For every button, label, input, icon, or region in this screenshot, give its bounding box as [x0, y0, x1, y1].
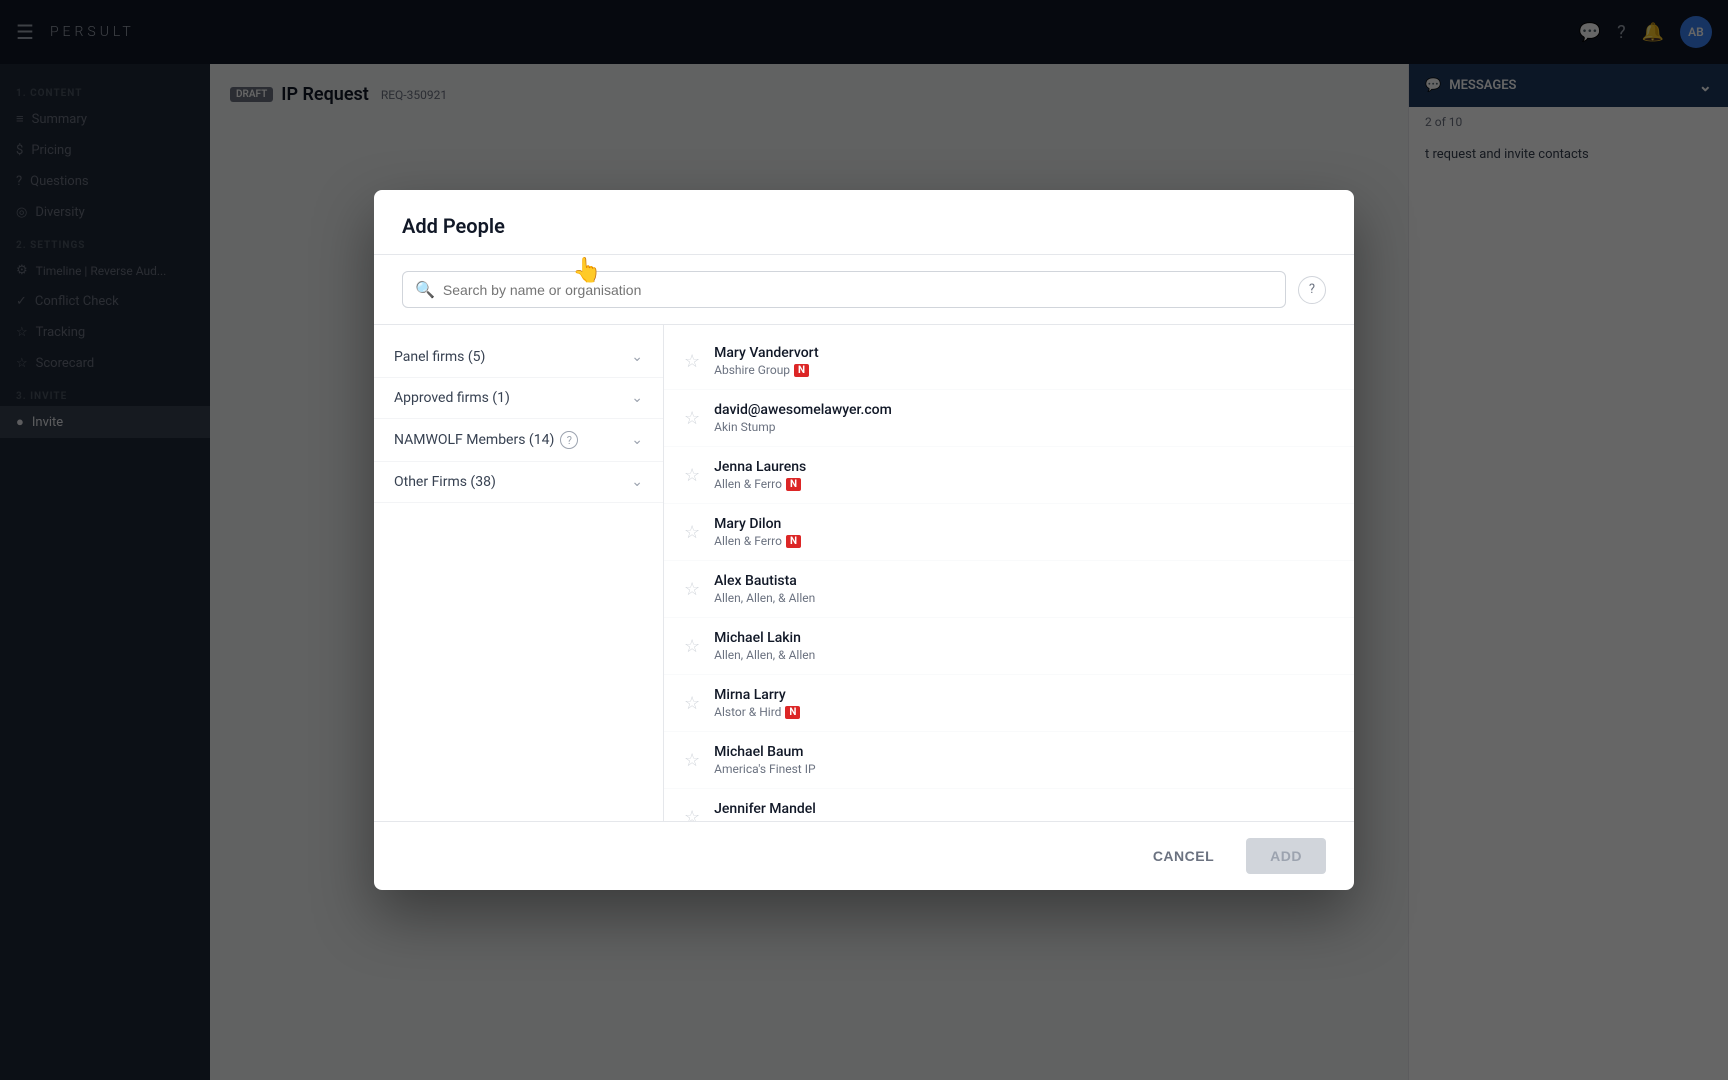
n-badge: N: [794, 364, 809, 377]
person-info-mary-dilon: Mary Dilon Allen & Ferro N: [714, 516, 1334, 548]
person-info-jenna-laurens: Jenna Laurens Allen & Ferro N: [714, 459, 1334, 491]
add-people-modal: Add People 🔍 ? Panel firms (5) ⌄: [374, 190, 1354, 890]
category-approved-firms[interactable]: Approved firms (1) ⌄: [374, 378, 663, 419]
person-item-jenna-laurens[interactable]: ☆ Jenna Laurens Allen & Ferro N: [664, 447, 1354, 504]
category-panel-firms[interactable]: Panel firms (5) ⌄: [374, 337, 663, 378]
modal-search-row: 🔍 ?: [374, 255, 1354, 325]
person-item-michael-lakin[interactable]: ☆ Michael Lakin Allen, Allen, & Allen: [664, 618, 1354, 675]
panel-firms-chevron: ⌄: [631, 349, 643, 365]
star-icon-mirna-larry[interactable]: ☆: [684, 693, 700, 714]
namwolf-chevron: ⌄: [631, 432, 643, 448]
person-name: david@awesomelawyer.com: [714, 402, 1334, 418]
person-info-mary-vandervort: Mary Vandervort Abshire Group N: [714, 345, 1334, 377]
person-name: Mary Vandervort: [714, 345, 1334, 361]
other-firms-label: Other Firms (38): [394, 474, 496, 490]
person-org: Allen & Ferro N: [714, 477, 1334, 491]
person-name: Jennifer Mandel: [714, 801, 1334, 817]
modal-title: Add People: [402, 214, 505, 238]
other-firms-chevron: ⌄: [631, 474, 643, 490]
category-other-firms[interactable]: Other Firms (38) ⌄: [374, 462, 663, 503]
namwolf-help-badge[interactable]: ?: [560, 431, 578, 449]
search-icon: 🔍: [415, 280, 435, 299]
star-icon-david[interactable]: ☆: [684, 408, 700, 429]
modal-footer: CANCEL ADD: [374, 821, 1354, 890]
modal-overlay: Add People 🔍 ? Panel firms (5) ⌄: [0, 0, 1728, 1080]
person-org: America's Finest IP: [714, 762, 1334, 776]
person-item-jennifer-mandel[interactable]: ☆ Jennifer Mandel Antarctic IP: [664, 789, 1354, 821]
star-icon-mary-vandervort[interactable]: ☆: [684, 351, 700, 372]
person-org: Allen & Ferro N: [714, 534, 1334, 548]
person-item-mary-dilon[interactable]: ☆ Mary Dilon Allen & Ferro N: [664, 504, 1354, 561]
modal-body: Panel firms (5) ⌄ Approved firms (1) ⌄ N…: [374, 325, 1354, 821]
star-icon-alex-bautista[interactable]: ☆: [684, 579, 700, 600]
person-org: Allen, Allen, & Allen: [714, 648, 1334, 662]
search-input[interactable]: [443, 282, 1273, 298]
modal-header: Add People: [374, 190, 1354, 255]
search-container[interactable]: 🔍: [402, 271, 1286, 308]
star-icon-michael-lakin[interactable]: ☆: [684, 636, 700, 657]
categories-panel: Panel firms (5) ⌄ Approved firms (1) ⌄ N…: [374, 325, 664, 821]
person-item-mary-vandervort[interactable]: ☆ Mary Vandervort Abshire Group N: [664, 333, 1354, 390]
star-icon-mary-dilon[interactable]: ☆: [684, 522, 700, 543]
person-org: Allen, Allen, & Allen: [714, 591, 1334, 605]
person-item-david[interactable]: ☆ david@awesomelawyer.com Akin Stump: [664, 390, 1354, 447]
person-info-mirna-larry: Mirna Larry Alstor & Hird N: [714, 687, 1334, 719]
person-name: Mirna Larry: [714, 687, 1334, 703]
person-info-david: david@awesomelawyer.com Akin Stump: [714, 402, 1334, 434]
person-org: Akin Stump: [714, 420, 1334, 434]
approved-firms-chevron: ⌄: [631, 390, 643, 406]
modal-help-icon[interactable]: ?: [1298, 276, 1326, 304]
person-name: Michael Baum: [714, 744, 1334, 760]
people-panel: ☆ Mary Vandervort Abshire Group N ☆ davi…: [664, 325, 1354, 821]
person-info-michael-lakin: Michael Lakin Allen, Allen, & Allen: [714, 630, 1334, 662]
person-org: Alstor & Hird N: [714, 705, 1334, 719]
person-name: Jenna Laurens: [714, 459, 1334, 475]
person-item-mirna-larry[interactable]: ☆ Mirna Larry Alstor & Hird N: [664, 675, 1354, 732]
namwolf-label: NAMWOLF Members (14): [394, 432, 554, 448]
panel-firms-label: Panel firms (5): [394, 349, 485, 365]
n-badge: N: [786, 478, 801, 491]
person-name: Michael Lakin: [714, 630, 1334, 646]
approved-firms-label: Approved firms (1): [394, 390, 510, 406]
person-org: Abshire Group N: [714, 363, 1334, 377]
person-name: Mary Dilon: [714, 516, 1334, 532]
person-item-alex-bautista[interactable]: ☆ Alex Bautista Allen, Allen, & Allen: [664, 561, 1354, 618]
n-badge: N: [786, 535, 801, 548]
star-icon-jennifer-mandel[interactable]: ☆: [684, 807, 700, 822]
star-icon-michael-baum[interactable]: ☆: [684, 750, 700, 771]
person-info-alex-bautista: Alex Bautista Allen, Allen, & Allen: [714, 573, 1334, 605]
person-name: Alex Bautista: [714, 573, 1334, 589]
cancel-button[interactable]: CANCEL: [1133, 838, 1234, 874]
person-info-michael-baum: Michael Baum America's Finest IP: [714, 744, 1334, 776]
star-icon-jenna-laurens[interactable]: ☆: [684, 465, 700, 486]
add-button[interactable]: ADD: [1246, 838, 1326, 874]
person-item-michael-baum[interactable]: ☆ Michael Baum America's Finest IP: [664, 732, 1354, 789]
person-info-jennifer-mandel: Jennifer Mandel Antarctic IP: [714, 801, 1334, 821]
category-namwolf-members[interactable]: NAMWOLF Members (14) ? ⌄: [374, 419, 663, 462]
n-badge: N: [785, 706, 800, 719]
